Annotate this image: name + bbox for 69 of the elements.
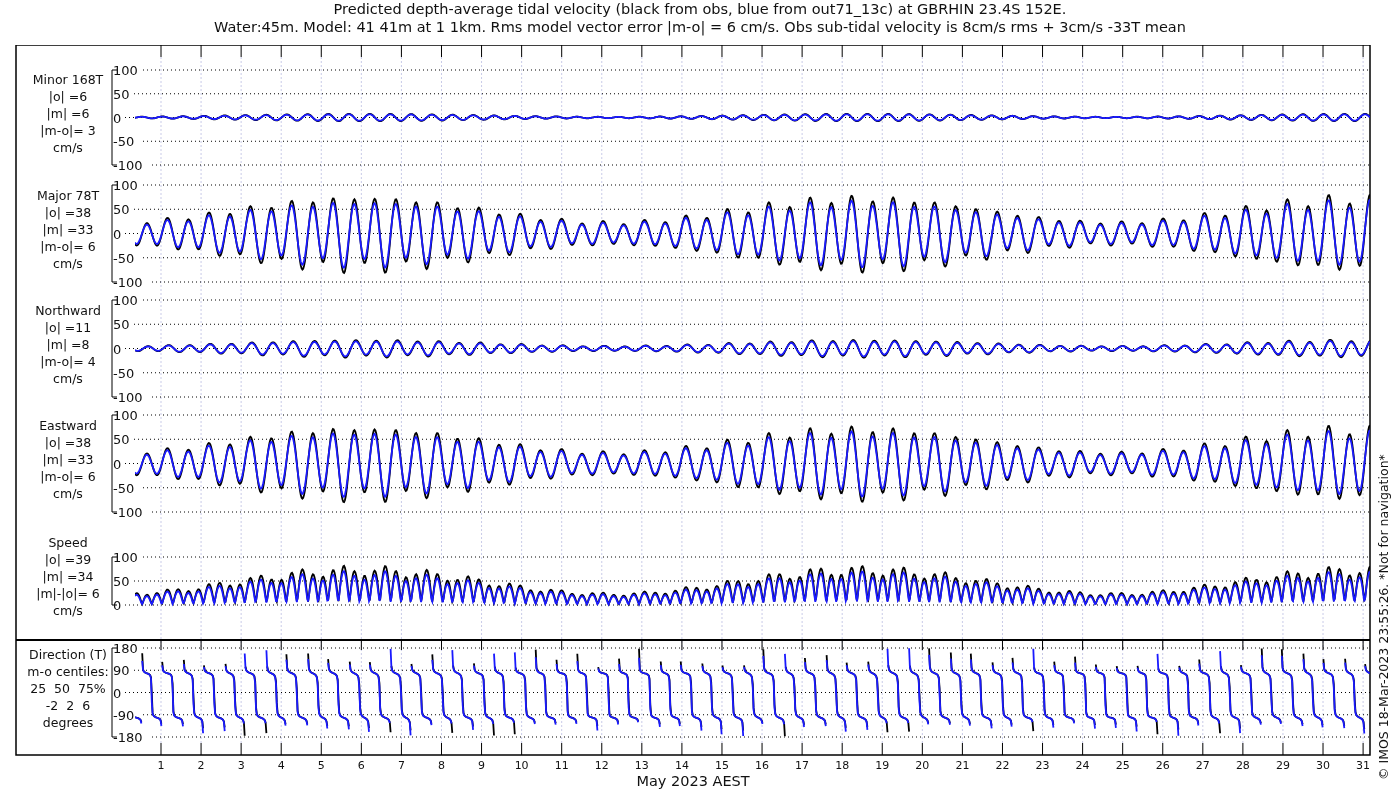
- axis-tick-label: -100: [113, 390, 143, 405]
- axis-tick-label: 25: [1115, 759, 1130, 772]
- axis-tick-label: 180: [113, 641, 138, 656]
- axis-tick-label: -100: [113, 275, 143, 290]
- axis-tick-label: 0: [113, 598, 122, 613]
- panel-stats: Northward |o| =11 |m| =8 |m-o|= 4 cm/s: [35, 302, 101, 386]
- axis-tick-label: 0: [113, 226, 122, 242]
- panel-stats: Eastward |o| =38 |m| =33 |m-o|= 6 cm/s: [39, 417, 97, 501]
- axis-tick-label: 6: [357, 759, 365, 772]
- axis-tick-label: 100: [113, 63, 138, 78]
- axis-tick-label: 7: [397, 759, 405, 772]
- panel-stats: Minor 168T |o| =6 |m| =6 |m-o|= 3 cm/s: [32, 71, 104, 155]
- axis-tick-label: 18: [835, 759, 850, 772]
- axis-tick-label: 0: [113, 341, 122, 357]
- axis-tick-label: 27: [1195, 759, 1210, 772]
- axis-tick-label: -180: [113, 730, 143, 745]
- axis-tick-label: -50: [113, 134, 135, 150]
- copyright-note: © IMOS 18-Mar-2023 23:55:26. *Not for navigation*: [1376, 454, 1391, 780]
- axis-tick-label: 0: [113, 456, 122, 472]
- axis-tick-label: 23: [1035, 759, 1050, 772]
- axis-tick-label: 0: [113, 110, 122, 126]
- axis-tick-label: -100: [113, 158, 143, 173]
- chart-title: Predicted depth-average tidal velocity (black from obs, blue from out71_13c) at GBRHIN 23.4S 152E.: [333, 0, 1067, 18]
- axis-tick-label: 50: [113, 574, 130, 589]
- axis-tick-label: 2: [197, 759, 205, 772]
- axis-tick-label: -50: [113, 480, 135, 496]
- axis-tick-label: 4: [277, 759, 285, 772]
- axis-tick-label: 21: [955, 759, 970, 772]
- axis-tick-label: -50: [113, 365, 135, 381]
- axis-tick-label: 17: [795, 759, 810, 772]
- axis-tick-label: 8: [438, 759, 445, 772]
- axis-tick-label: 0: [113, 685, 122, 701]
- axis-tick-label: 11: [554, 759, 569, 772]
- axis-tick-label: 90: [113, 663, 130, 679]
- axis-tick-label: 100: [113, 178, 138, 193]
- axis-tick-label: 22: [995, 759, 1010, 772]
- axis-tick-label: 30: [1316, 759, 1331, 772]
- axis-tick-label: 50: [113, 86, 130, 102]
- axis-tick-label: 50: [113, 317, 130, 333]
- axis-tick-label: 31: [1356, 759, 1371, 772]
- axis-tick-label: -100: [113, 505, 143, 520]
- panel-stats: Direction (T) m-o centiles: 25 50 75% -2 2 6 degrees: [27, 646, 109, 730]
- axis-title: May 2023 AEST: [636, 773, 750, 789]
- axis-tick-label: -90: [113, 707, 135, 723]
- panel-stats: Speed |o| =39 |m| =34 |m|-|o|= 6 cm/s: [36, 535, 100, 618]
- panel-stats: Major 78T |o| =38 |m| =33 |m-o|= 6 cm/s: [36, 187, 100, 271]
- axis-tick-label: 20: [915, 759, 930, 772]
- axis-tick-label: 50: [113, 432, 130, 448]
- axis-tick-label: 10: [514, 759, 529, 772]
- axis-tick-label: 50: [113, 202, 130, 218]
- axis-tick-label: 9: [478, 759, 486, 772]
- axis-tick-label: 24: [1075, 759, 1090, 772]
- axis-tick-label: 14: [674, 759, 689, 772]
- axis-tick-label: 19: [875, 759, 890, 772]
- axis-tick-label: 12: [594, 759, 609, 772]
- chart-title: Water:45m. Model: 41 41m at 1 1km. Rms model vector error |m-o| = 6 cm/s. Obs sub-tidal velocity is 8cm/s rms + 3cm/s -33T mean: [214, 18, 1186, 36]
- axis-tick-label: 100: [113, 550, 138, 565]
- axis-tick-label: 1: [157, 759, 165, 772]
- axis-tick-label: 16: [755, 759, 770, 772]
- axis-tick-label: 3: [237, 759, 245, 772]
- axis-tick-label: 13: [634, 759, 649, 772]
- axis-tick-label: 26: [1155, 759, 1170, 772]
- axis-tick-label: -50: [113, 250, 135, 266]
- axis-tick-label: 28: [1235, 759, 1250, 772]
- axis-tick-label: 100: [113, 293, 138, 308]
- axis-tick-label: 15: [715, 759, 729, 772]
- axis-tick-label: 100: [113, 408, 138, 423]
- axis-tick-label: 29: [1275, 759, 1290, 772]
- axis-tick-label: 5: [317, 759, 325, 772]
